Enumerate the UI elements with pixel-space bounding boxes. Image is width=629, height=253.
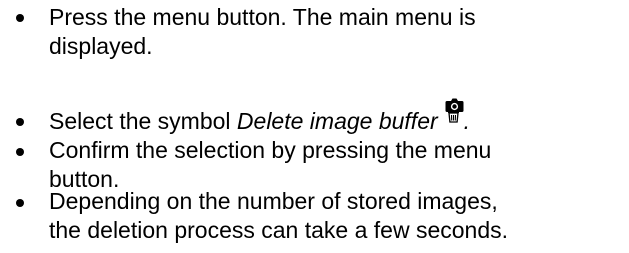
bullet-icon bbox=[16, 14, 24, 22]
bullet-icon bbox=[16, 148, 24, 156]
symbol-name: Delete image buffer bbox=[236, 108, 438, 134]
step-suffix: . bbox=[463, 108, 471, 134]
bullet-icon bbox=[16, 118, 24, 126]
step-line: Depending on the number of stored images… bbox=[49, 188, 498, 214]
step-text: Depending on the number of stored images… bbox=[49, 187, 624, 245]
step-prefix: Select the symbol bbox=[49, 108, 237, 134]
step-text: Confirm the selection by pressing the me… bbox=[49, 136, 624, 194]
instruction-document: Press the menu button. The main menu is … bbox=[0, 0, 629, 253]
step-text: Press the menu button. The main menu is … bbox=[49, 3, 624, 61]
bullet-icon bbox=[16, 199, 24, 207]
step-text: Select the symbol Delete image buffer . bbox=[49, 98, 624, 134]
camera-trash-icon bbox=[442, 97, 464, 123]
step-line: Press the menu button. The main menu is bbox=[49, 4, 476, 30]
step-line: displayed. bbox=[49, 33, 153, 59]
step-line: Confirm the selection by pressing the me… bbox=[49, 137, 492, 163]
step-line: Select the symbol Delete image buffer . bbox=[49, 98, 624, 136]
step-line: the deletion process can take a few seco… bbox=[49, 217, 509, 243]
